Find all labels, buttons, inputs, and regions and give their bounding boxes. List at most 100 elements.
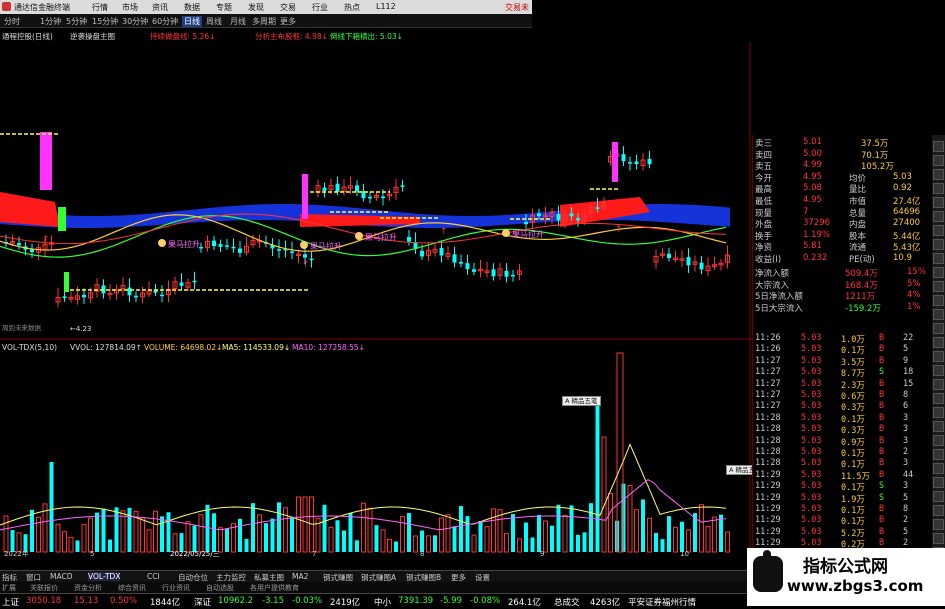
sub-tab[interactable]: 各用户提供教育 [250,583,299,593]
period-daily[interactable]: 日线 [182,16,202,27]
date-axis-label: 5 [90,550,94,558]
toolbar-button-icon[interactable] [933,393,944,404]
zx-index-label[interactable]: 中小 [374,596,391,608]
tick-price: 5.03 [801,538,822,549]
toolbar-button-icon[interactable] [933,491,944,502]
toolbar-button-icon[interactable] [933,309,944,320]
toolbar-button-icon[interactable] [933,169,944,180]
toolbar-button-icon[interactable] [933,435,944,446]
tick-volume: 0.1万 [841,460,865,471]
sz-index-label[interactable]: 深证 [194,596,211,608]
toolbar-button-icon[interactable] [933,155,944,166]
watermark-title: 指标公式网 [803,557,888,577]
kline-chart[interactable]: 5.605.405.205.004.804.604.404.20果马拉升果马拉升… [0,42,752,340]
volume-bar [394,541,398,552]
period-30min[interactable]: 30分钟 [122,16,148,27]
candle-body [82,294,86,298]
menu-news[interactable]: 资讯 [152,2,168,13]
volume-bar [251,503,255,552]
toolbar-button-icon[interactable] [933,351,944,362]
toolbar-button-icon[interactable] [933,323,944,334]
toolbar-button-icon[interactable] [933,267,944,278]
period-5min[interactable]: 5分钟 [66,16,87,27]
indicator-tab[interactable]: VOL-TDX [88,572,121,581]
toolbar-button-icon[interactable] [933,211,944,222]
toolbar-button-icon[interactable] [933,253,944,264]
indicator-tab[interactable]: MACD [50,572,72,581]
menu-data[interactable]: 数据 [184,2,200,13]
candle-body [238,248,242,253]
sub-tab[interactable]: 资金分析 [74,583,102,593]
volume-bar [705,525,711,553]
candle-body [17,243,21,246]
sub-tab[interactable]: 行业资讯 [162,583,190,593]
indicator-tab[interactable]: CCI [147,572,160,581]
indicator-value-2: 分析主布股框: 4.98↓ [255,32,328,41]
volume-chart[interactable]: 120001000080006000400020002022年52022/05/… [0,340,752,558]
toolbar-button-icon[interactable] [933,407,944,418]
quote-label: 最高 [755,185,773,196]
indicator-tab[interactable]: MA2 [292,572,308,581]
sub-tab[interactable]: 扩展 [2,583,16,593]
period-monthly[interactable]: 月线 [230,16,246,27]
toolbar-button-icon[interactable] [933,239,944,250]
volume-bar [686,529,691,553]
toolbar-button-icon[interactable] [933,449,944,460]
trade-status[interactable]: 交易未 [505,2,529,13]
period-15min[interactable]: 15分钟 [92,16,118,27]
period-fenshi[interactable]: 分时 [4,16,20,27]
menu-hot[interactable]: 热点 [344,2,360,13]
toolbar-button-icon[interactable] [933,365,944,376]
sub-tab[interactable]: 自动选股 [206,583,234,593]
sh-index-label[interactable]: 上证 [2,596,19,608]
zx-index-value: 7391.39 [398,596,434,606]
candle-body [634,161,639,165]
period-multi[interactable]: 多周期 [252,16,276,27]
volume-bar [712,516,717,553]
period-weekly[interactable]: 周线 [206,16,222,27]
toolbar-button-icon[interactable] [933,281,944,292]
toolbar-button-icon[interactable] [933,519,944,530]
menu-industry[interactable]: 行业 [312,2,328,13]
tick-time: 11:29 [755,538,781,549]
volume-bar [445,514,451,553]
toolbar-button-icon[interactable] [933,197,944,208]
toolbar-button-icon[interactable] [933,421,944,432]
tick-volume: 8.7万 [841,369,865,380]
toolbar-button-icon[interactable] [933,141,944,152]
tick-side: B [879,355,885,366]
volume-bar [205,504,210,552]
period-more[interactable]: 更多 [280,16,296,27]
candle-body [420,250,424,257]
menu-market[interactable]: 市场 [122,2,138,13]
quote-label-2: 股本 [849,231,867,242]
tick-volume: 0.1万 [841,506,865,516]
toolbar-button-icon[interactable] [933,505,944,516]
menu-discover[interactable]: 发现 [248,2,264,13]
sub-tab[interactable]: 综合资讯 [118,583,146,593]
volume-bar [471,534,477,553]
menu-hq[interactable]: 行情 [92,2,108,13]
menu-trade[interactable]: 交易 [280,2,296,13]
toolbar-button-icon[interactable] [933,379,944,390]
main-indicator-name[interactable]: 逆袭操盘主图 [70,31,115,42]
menu-topic[interactable]: 专题 [216,2,232,13]
sub-tab[interactable]: 关联报价 [30,583,58,593]
toolbar-button-icon[interactable] [933,463,944,474]
toolbar-button-icon[interactable] [933,533,944,544]
toolbar-button-icon[interactable] [933,477,944,488]
volume-bar [569,505,574,552]
quote-value: 37296 [803,218,831,229]
title-bar: 通达信金融终端 行情 市场 资讯 数据 专题 发现 交易 行业 热点 L112 … [0,0,532,14]
tick-side: B [879,412,885,423]
toolbar-button-icon[interactable] [933,225,944,236]
period-1min[interactable]: 1分钟 [40,16,61,27]
cloud-band-red-left [0,192,60,227]
period-60min[interactable]: 60分钟 [152,16,178,27]
toolbar-button-icon[interactable] [933,183,944,194]
toolbar-button-icon[interactable] [933,295,944,306]
tick-count: 3 [903,458,909,469]
volume-bar [426,535,431,553]
tick-side: B [879,401,885,412]
toolbar-button-icon[interactable] [933,337,944,348]
